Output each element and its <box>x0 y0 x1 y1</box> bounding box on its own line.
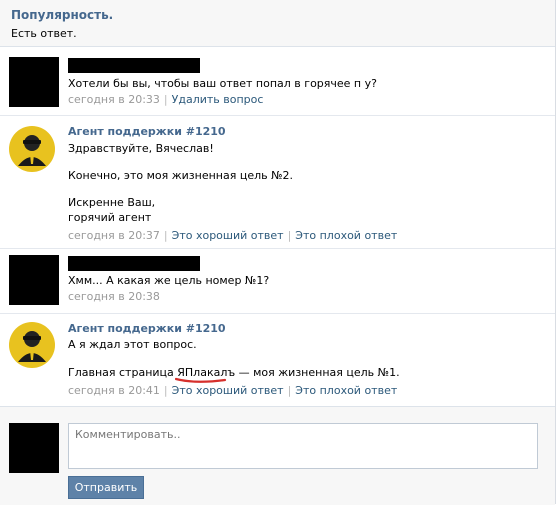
redacted-author-name <box>68 58 200 73</box>
good-answer-link[interactable]: Это хороший ответ <box>172 229 284 242</box>
message-text: Искренне Ваш, <box>68 196 156 209</box>
delete-question-link[interactable]: Удалить вопрос <box>172 93 264 106</box>
send-button[interactable]: Отправить <box>68 476 144 499</box>
agent-avatar[interactable] <box>9 126 55 172</box>
message-text: Хмм... А какая же цель номер №1? <box>68 274 270 287</box>
separator <box>0 115 555 116</box>
message-text-part: Главная страница <box>68 366 178 379</box>
separator <box>0 313 555 314</box>
separator <box>0 248 555 249</box>
good-answer-link[interactable]: Это хороший ответ <box>172 384 284 397</box>
agent-name[interactable]: Агент поддержки #1210 <box>68 125 226 138</box>
question-header: Популярность. Есть ответ. <box>0 0 555 47</box>
message-meta: сегодня в 20:41 | Это хороший ответ | Это пл… <box>68 384 398 397</box>
message-text: Конечно, это моя жизненная цель №2. <box>68 169 294 182</box>
user-avatar[interactable] <box>9 57 59 107</box>
agent-name[interactable]: Агент поддержки #1210 <box>68 322 226 335</box>
bad-answer-link[interactable]: Это плохой ответ <box>295 229 397 242</box>
bad-answer-link[interactable]: Это плохой ответ <box>295 384 397 397</box>
message-time: сегодня в 20:33 <box>68 93 160 106</box>
user-avatar[interactable] <box>9 255 59 305</box>
message-text: горячий агент <box>68 211 152 224</box>
message-text: Хотели бы вы, чтобы ваш ответ попал в го… <box>68 77 377 90</box>
highlighted-site-name: ЯПлакалъ <box>175 366 235 383</box>
comment-composer: Комментировать.. Отправить <box>0 406 555 505</box>
message-text-part: — моя жизненная цель №1. <box>235 366 400 379</box>
message-meta: сегодня в 20:38 <box>68 290 160 303</box>
message-time: сегодня в 20:41 <box>68 384 160 397</box>
message-text: Главная страница ЯПлакалъ — моя жизненна… <box>68 366 400 383</box>
comment-input[interactable]: Комментировать.. <box>68 423 538 469</box>
question-title: Популярность. <box>11 8 114 22</box>
message-time: сегодня в 20:38 <box>68 290 160 303</box>
redacted-author-name <box>68 256 200 271</box>
message-text: Здравствуйте, Вячеслав! <box>68 142 214 155</box>
agent-avatar[interactable] <box>9 322 55 368</box>
message-meta: сегодня в 20:33 | Удалить вопрос <box>68 93 264 106</box>
question-status: Есть ответ. <box>11 27 77 40</box>
message-meta: сегодня в 20:37 | Это хороший ответ | Это пл… <box>68 229 398 242</box>
message-time: сегодня в 20:37 <box>68 229 160 242</box>
message-text: А я ждал этот вопрос. <box>68 338 197 351</box>
my-avatar <box>9 423 59 473</box>
red-underline-mark <box>175 377 227 383</box>
